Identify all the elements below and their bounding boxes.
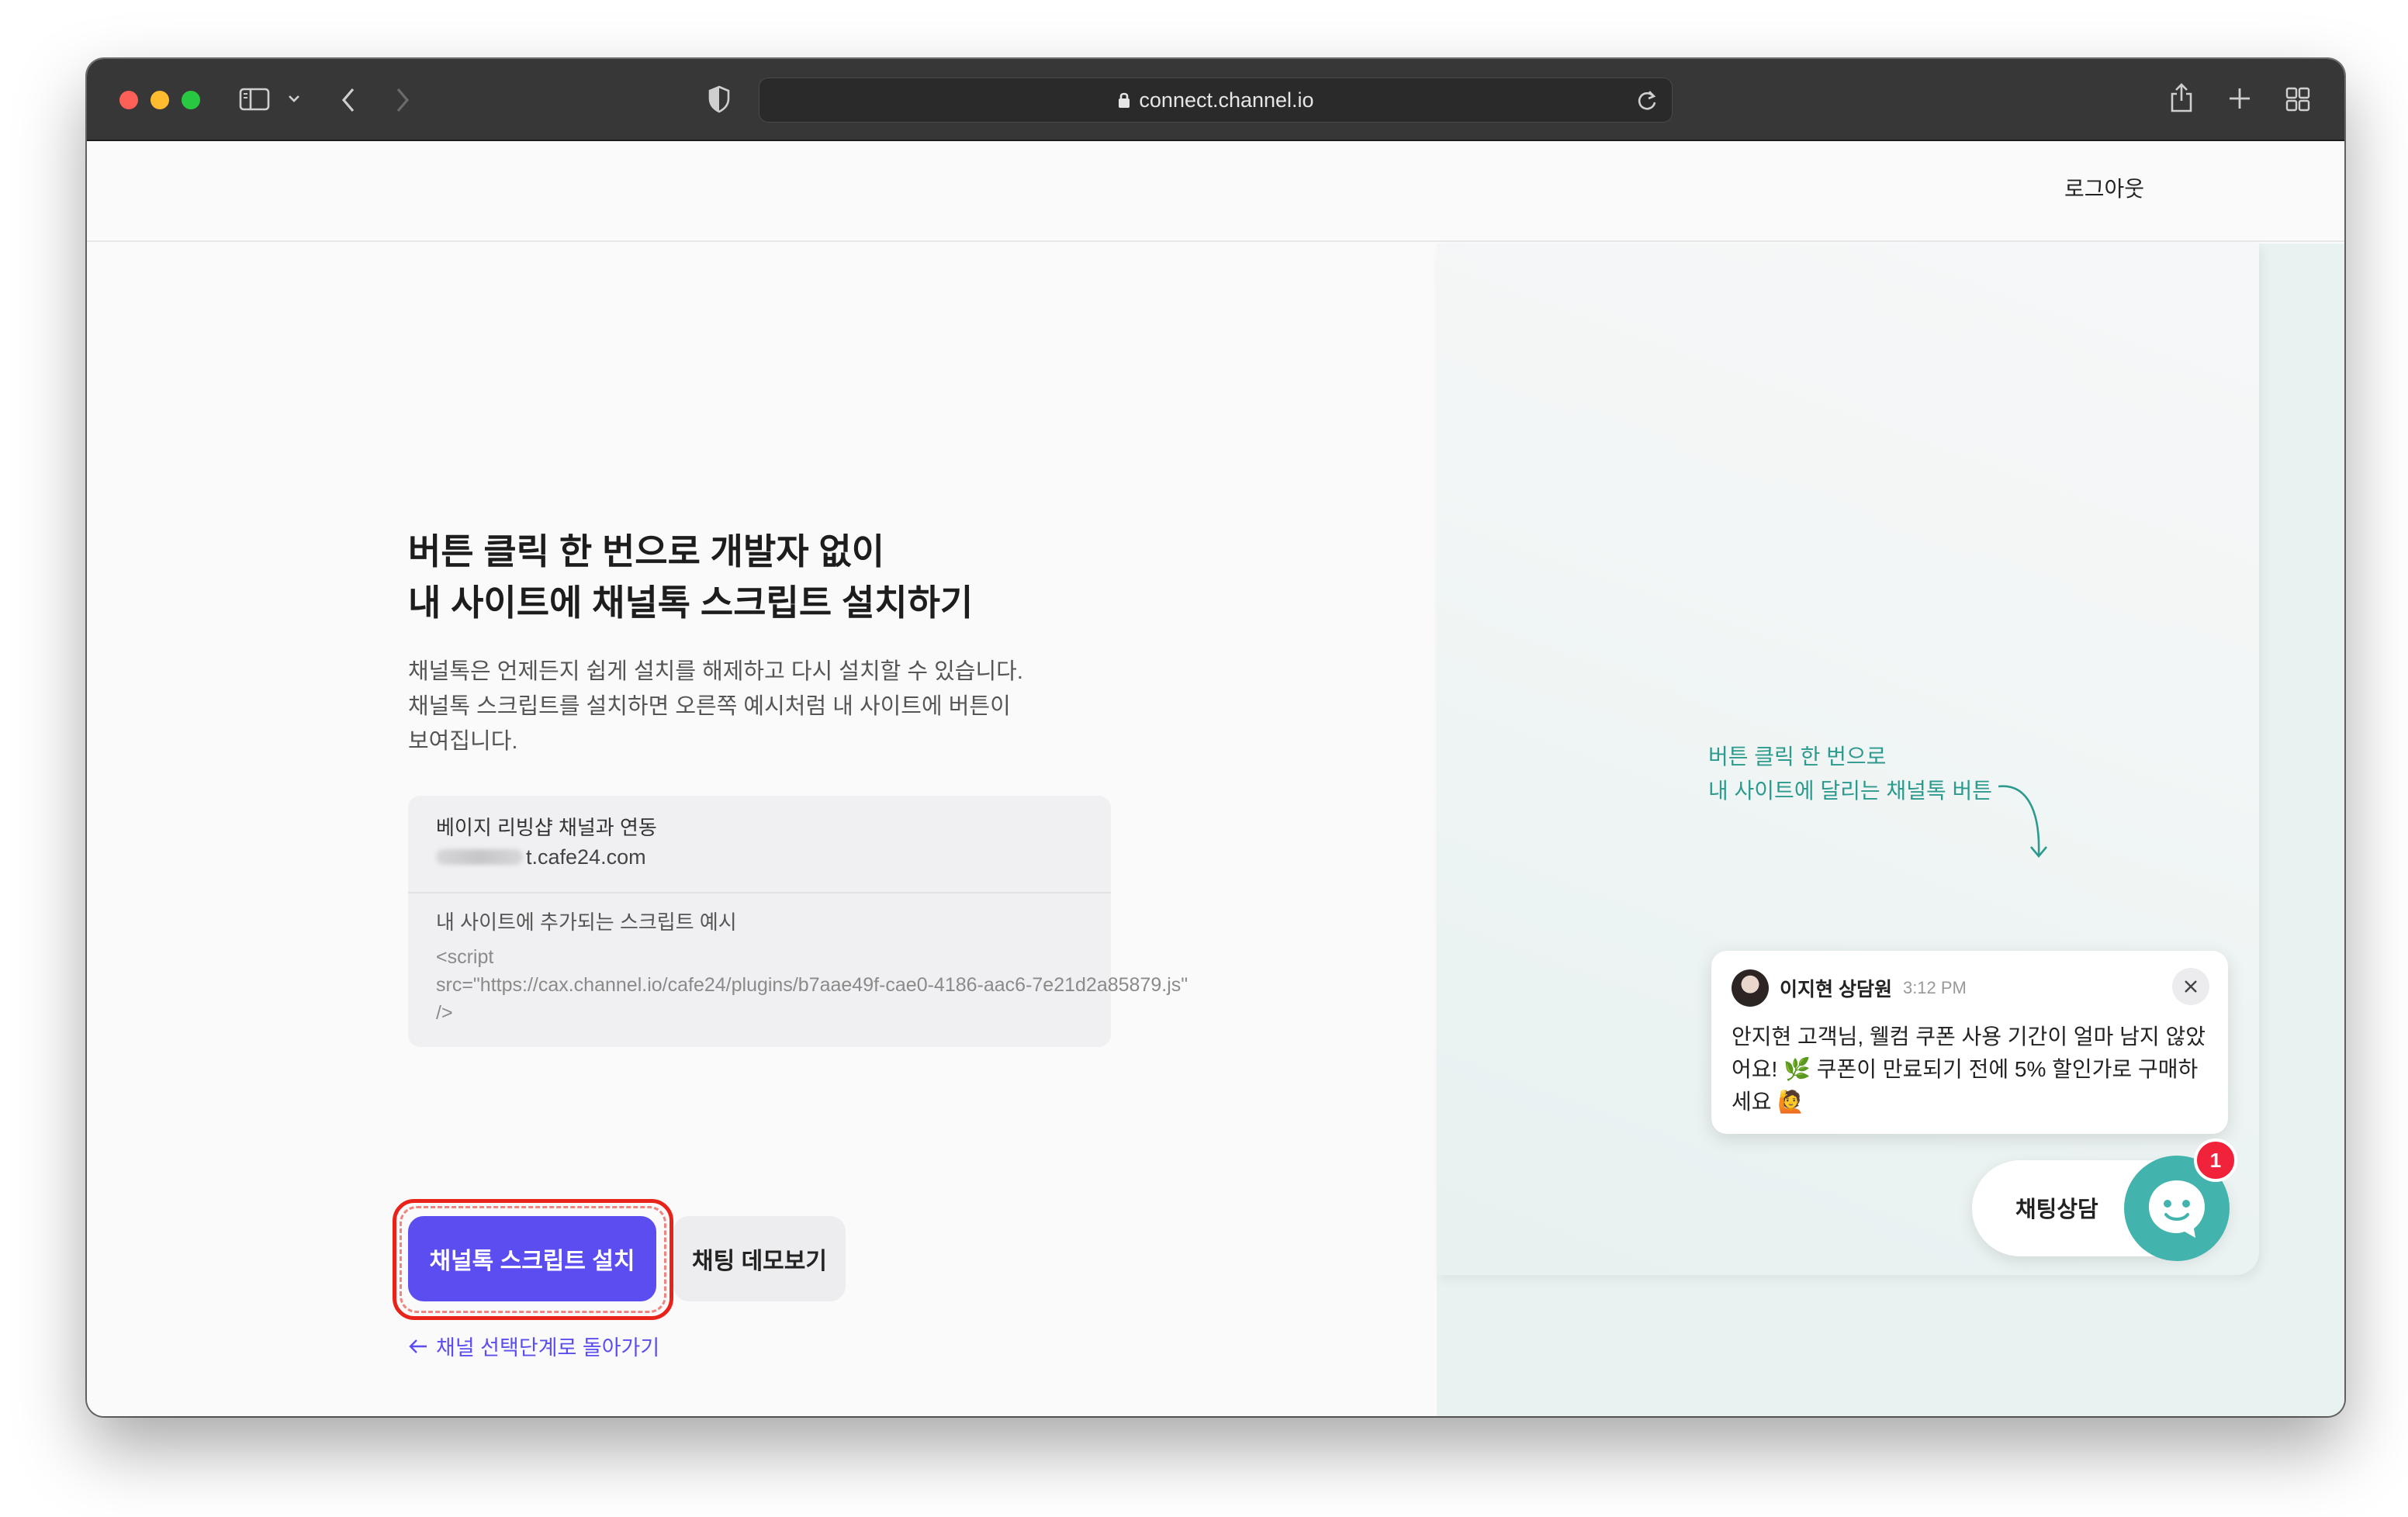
chat-message-text: 안지현 고객님, 웰컴 쿠폰 사용 기간이 얼마 남지 않았어요! 🌿 쿠폰이 … xyxy=(1732,1025,2206,1114)
back-link-label: 채널 선택단계로 돌아가기 xyxy=(436,1336,660,1360)
minimize-window-button[interactable] xyxy=(150,91,169,109)
browser-toolbar: connect.channel.io xyxy=(87,59,2344,141)
install-script-button[interactable]: 채널톡 스크립트 설치 xyxy=(408,1216,656,1301)
hint-line-2: 내 사이트에 달리는 채널톡 버튼 xyxy=(1708,779,1992,803)
preview-panel: 버튼 클릭 한 번으로 내 사이트에 달리는 채널톡 버튼 이지현 상담원 3:… xyxy=(1437,244,2344,1416)
description-line-1: 채널톡은 언제든지 쉽게 설치를 해제하고 다시 설치할 수 있습니다. xyxy=(408,659,1023,684)
site-domain: t.cafe24.com xyxy=(436,842,657,872)
zoom-window-button[interactable] xyxy=(182,91,200,109)
logout-link[interactable]: 로그아웃 xyxy=(2064,172,2144,203)
chevron-down-icon[interactable] xyxy=(287,93,301,104)
close-icon xyxy=(2185,980,2197,993)
back-icon[interactable] xyxy=(340,87,357,113)
script-line: src="https://cax.channel.io/cafe24/plugi… xyxy=(436,974,1188,996)
page-title: 버튼 클릭 한 번으로 개발자 없이 내 사이트에 채널톡 스크립트 설치하기 xyxy=(408,526,973,628)
agent-info: 이지현 상담원 3:12 PM xyxy=(1732,969,1967,1007)
chat-message-popup[interactable]: 이지현 상담원 3:12 PM 안지현 고객님, 웰컴 쿠폰 사용 기간이 얼마… xyxy=(1711,951,2228,1134)
description: 채널톡은 언제든지 쉽게 설치를 해제하고 다시 설치할 수 있습니다. 채널톡… xyxy=(408,655,1106,759)
close-window-button[interactable] xyxy=(119,91,138,109)
curved-arrow-icon xyxy=(1998,785,2047,859)
hint-line-1: 버튼 클릭 한 번으로 xyxy=(1708,745,1887,769)
headline-line-1: 버튼 클릭 한 번으로 개발자 없이 xyxy=(408,531,885,572)
forward-icon[interactable] xyxy=(394,87,411,113)
redacted-domain-prefix xyxy=(436,849,523,865)
site-preview-card: 버튼 클릭 한 번으로 내 사이트에 달리는 채널톡 버튼 이지현 상담원 3:… xyxy=(1437,244,2259,1275)
back-to-channel-select-link[interactable]: 채널 선택단계로 돌아가기 xyxy=(408,1331,659,1361)
share-icon[interactable] xyxy=(2169,82,2194,113)
sidebar-icon[interactable] xyxy=(239,87,270,112)
tab-overview-icon[interactable] xyxy=(2285,87,2310,112)
script-line: <script xyxy=(436,946,494,968)
channel-link-title: 베이지 리빙샵 채널과 연동 xyxy=(436,816,657,839)
url-text: connect.channel.io xyxy=(1139,88,1314,112)
chat-demo-button[interactable]: 채팅 데모보기 xyxy=(673,1216,846,1301)
script-example-label: 내 사이트에 추가되는 스크립트 예시 xyxy=(436,911,737,934)
address-bar[interactable]: connect.channel.io xyxy=(759,78,1673,123)
avatar xyxy=(1732,969,1769,1007)
integration-info-box: 베이지 리빙샵 채널과 연동 t.cafe24.com 내 사이트에 추가되는 … xyxy=(408,796,1188,1047)
browser-window: connect.channel.io 로그아웃 버튼 클릭 한 번으로 개발자 … xyxy=(87,59,2344,1416)
headline-line-2: 내 사이트에 채널톡 스크립트 설치하기 xyxy=(408,582,974,623)
description-line-2: 채널톡 스크립트를 설치하면 오른쪽 예시처럼 내 사이트에 버튼이 xyxy=(408,694,1011,719)
domain-suffix: t.cafe24.com xyxy=(526,845,646,869)
script-line: /> xyxy=(436,1002,453,1024)
agent-name: 이지현 상담원 xyxy=(1780,979,1892,1000)
privacy-shield-icon[interactable] xyxy=(708,85,731,113)
chat-launcher-button[interactable]: 채팅상담 1 xyxy=(1972,1139,2237,1261)
main-content: 버튼 클릭 한 번으로 개발자 없이 내 사이트에 채널톡 스크립트 설치하기 … xyxy=(87,244,1437,1416)
message-time: 3:12 PM xyxy=(1902,978,1967,997)
close-popup-button[interactable] xyxy=(2172,968,2209,1005)
unread-badge: 1 xyxy=(2194,1139,2237,1182)
page-header: 로그아웃 xyxy=(87,141,2344,242)
new-tab-icon[interactable] xyxy=(2228,87,2251,110)
preview-hint: 버튼 클릭 한 번으로 내 사이트에 달리는 채널톡 버튼 xyxy=(1708,740,1992,808)
launcher-label: 채팅상담 xyxy=(2015,1197,2098,1222)
description-line-3: 보여집니다. xyxy=(408,729,518,754)
arrow-left-icon xyxy=(408,1339,428,1354)
divider xyxy=(408,892,1111,893)
reload-icon[interactable] xyxy=(1636,89,1658,118)
lock-icon xyxy=(1117,91,1131,109)
